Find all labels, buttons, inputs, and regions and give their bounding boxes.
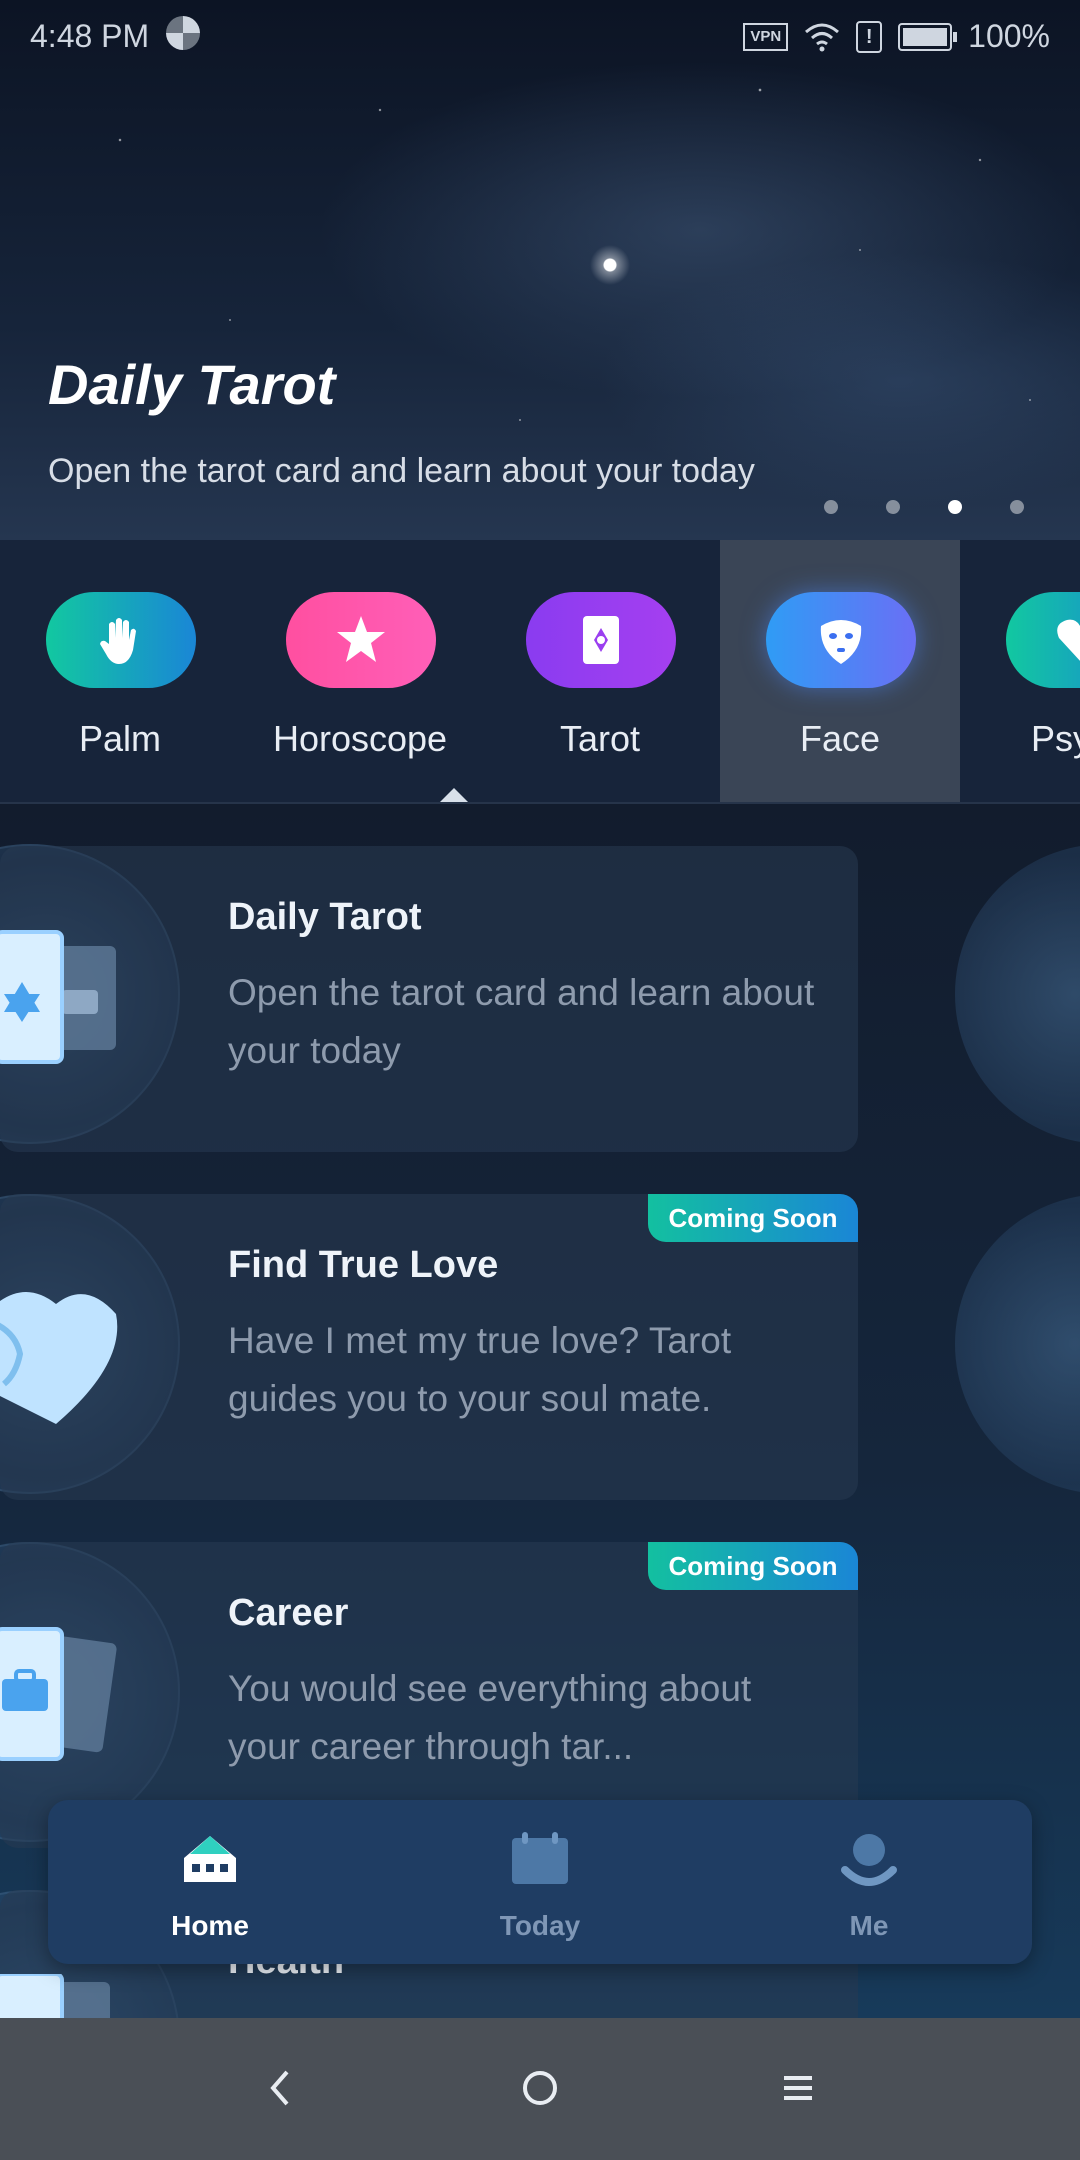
home-icon — [184, 1836, 236, 1882]
recents-button[interactable] — [768, 2058, 828, 2118]
card-description: You would see everything about your care… — [228, 1668, 752, 1767]
tab-today[interactable]: Today — [440, 1800, 640, 1964]
status-time: 4:48 PM — [30, 18, 150, 54]
battery-icon — [898, 22, 958, 51]
carousel-indicator — [824, 500, 1024, 514]
alert-icon: ! — [856, 20, 883, 53]
card-title: Find True Love — [228, 1244, 499, 1286]
category-label: Psych — [1030, 718, 1080, 759]
home-circle-icon — [523, 2071, 557, 2105]
battery-percent: 100% — [968, 18, 1050, 54]
back-button[interactable] — [250, 2058, 310, 2118]
star-icon — [286, 592, 436, 688]
carousel-dot-active — [948, 500, 962, 514]
tab-me[interactable]: Me — [769, 1800, 969, 1964]
hand-icon — [46, 592, 196, 688]
category-tarot[interactable]: Tarot — [480, 540, 720, 802]
face-mask-icon — [766, 592, 916, 688]
category-psych[interactable]: Psych — [960, 540, 1080, 802]
card-daily-tarot[interactable]: Daily Tarot Open the tarot card and lear… — [0, 846, 858, 1152]
profile-icon — [841, 1834, 897, 1886]
career-cards-icon — [0, 1627, 117, 1761]
coming-soon-badge: Coming Soon — [648, 1542, 858, 1590]
vpn-icon: VPN — [743, 22, 789, 51]
heart-face-icon — [0, 1292, 118, 1424]
side-illustration-bg — [955, 844, 1080, 1144]
health-cards-icon — [0, 1974, 110, 2018]
calendar-icon — [512, 1832, 568, 1884]
selection-indicator — [440, 788, 468, 802]
carousel-dot — [824, 500, 838, 514]
category-row: Palm Horoscope Tarot Face Psych — [0, 540, 1080, 804]
loading-icon — [166, 16, 200, 50]
card-find-true-love[interactable]: Coming Soon Find True Love Have I met my… — [0, 1194, 858, 1500]
tarot-card-icon — [526, 592, 676, 688]
hero-title: Daily Tarot — [48, 353, 336, 416]
system-nav-bar — [0, 2018, 1080, 2160]
back-icon — [270, 2070, 289, 2106]
home-button[interactable] — [510, 2058, 570, 2118]
hero-banner[interactable]: Daily Tarot Open the tarot card and lear… — [0, 0, 1080, 540]
side-illustration-bg — [955, 1194, 1080, 1494]
bottom-tab-bar: Home Today Me — [48, 1800, 1032, 1964]
card-description: Open the tarot card and learn about your… — [228, 972, 815, 1071]
wifi-icon — [805, 23, 840, 51]
tarot-cards-icon — [0, 930, 116, 1064]
coming-soon-badge: Coming Soon — [648, 1194, 858, 1242]
carousel-dot — [886, 500, 900, 514]
hero-subtitle: Open the tarot card and learn about your… — [48, 452, 755, 490]
menu-icon — [784, 2076, 812, 2100]
category-label: Face — [799, 718, 881, 759]
category-label: Tarot — [559, 718, 641, 759]
tab-label: Today — [499, 1910, 581, 1941]
card-title: Daily Tarot — [228, 896, 422, 938]
category-palm[interactable]: Palm — [0, 540, 240, 802]
tab-home[interactable]: Home — [110, 1800, 310, 1964]
tab-label: Me — [849, 1910, 889, 1941]
category-face[interactable]: Face — [720, 540, 960, 802]
category-label: Palm — [78, 718, 162, 759]
card-description: Have I met my true love? Tarot guides yo… — [228, 1320, 732, 1419]
status-bar: 4:48 PM VPN ! 100% — [0, 0, 1080, 72]
category-label: Horoscope — [272, 718, 448, 759]
carousel-dot — [1010, 500, 1024, 514]
card-title: Career — [228, 1592, 349, 1634]
category-horoscope[interactable]: Horoscope — [240, 540, 480, 802]
heart-icon — [1006, 592, 1080, 688]
tab-label: Home — [171, 1910, 249, 1941]
